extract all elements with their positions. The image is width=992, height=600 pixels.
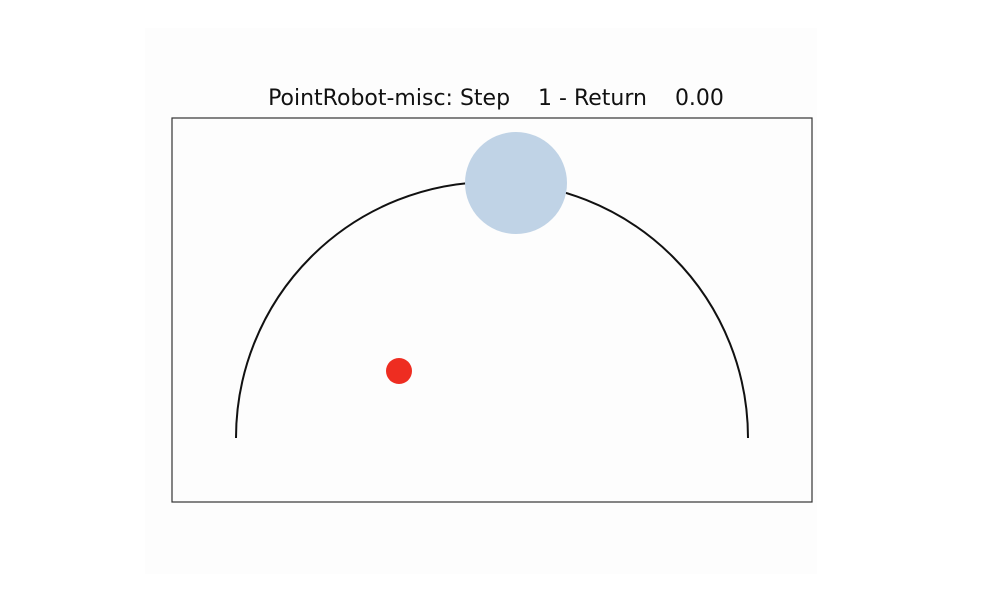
goal-circle xyxy=(465,132,567,234)
agent-dot xyxy=(386,358,412,384)
environment-plot xyxy=(171,117,813,503)
